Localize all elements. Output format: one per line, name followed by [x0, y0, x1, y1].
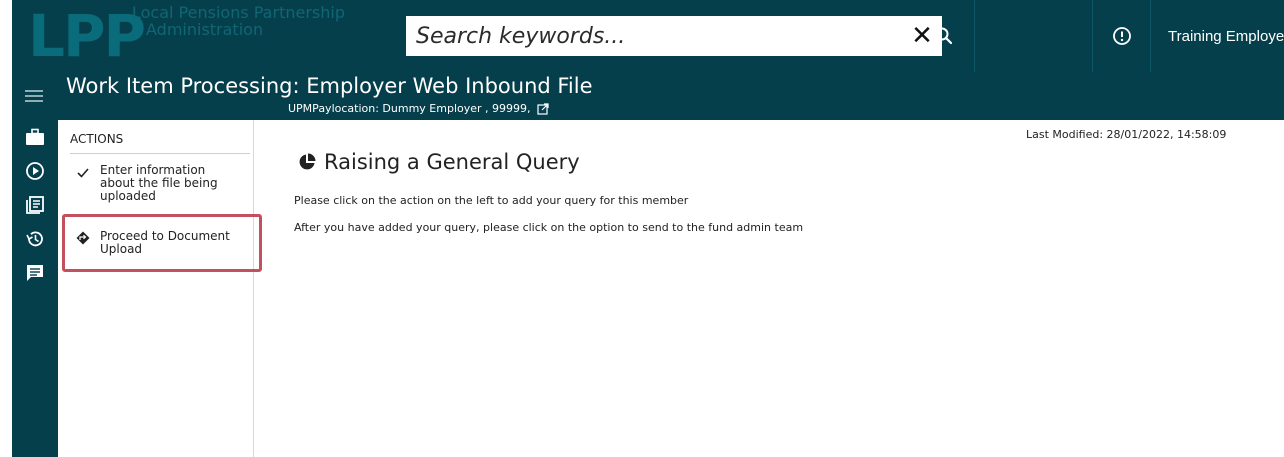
play-circle-icon — [26, 162, 44, 180]
last-modified: Last Modified: 28/01/2022, 14:58:09 — [1026, 128, 1227, 141]
action-enter-file-info[interactable]: Enter information about the file being u… — [76, 164, 240, 203]
rail-item-briefcase[interactable] — [12, 120, 58, 154]
rail-item-play[interactable] — [12, 154, 58, 188]
logo-text: Local Pensions Partnership Administratio… — [132, 4, 345, 38]
user-menu[interactable]: Training Employer — [1168, 28, 1284, 45]
left-rail — [12, 120, 58, 457]
top-bar: LPP Local Pensions Partnership Administr… — [0, 0, 1284, 72]
section-heading: Raising a General Query — [298, 150, 580, 174]
alert-circle-icon — [1113, 27, 1131, 45]
search-input[interactable] — [406, 16, 902, 56]
search-icon — [935, 27, 953, 45]
logo-line-2: Administration — [146, 20, 264, 39]
rail-item-messages[interactable] — [12, 256, 58, 290]
left-margin — [0, 0, 12, 457]
page-title: Work Item Processing: Employer Web Inbou… — [66, 74, 593, 98]
logo-line-1: Local Pensions Partnership — [132, 3, 345, 22]
main-content: Last Modified: 28/01/2022, 14:58:09 Rais… — [254, 120, 1284, 457]
search-button[interactable] — [914, 16, 974, 56]
logo-mark: LPP — [28, 2, 146, 70]
check-icon — [77, 168, 89, 178]
notifications-button[interactable] — [1100, 16, 1144, 56]
search-box: ✕ — [406, 16, 942, 56]
document-list-icon — [26, 196, 44, 214]
highlight-box — [62, 214, 262, 272]
external-link-icon[interactable] — [536, 102, 549, 115]
actions-heading: ACTIONS — [70, 132, 124, 146]
rail-item-documents[interactable] — [12, 188, 58, 222]
message-icon — [27, 265, 43, 281]
action-label: Enter information about the file being u… — [100, 163, 218, 203]
paylocation-text: UPMPaylocation: Dummy Employer , 99999, — [288, 102, 531, 115]
heading-text: Raising a General Query — [324, 150, 580, 174]
instruction-text: After you have added your query, please … — [294, 221, 804, 234]
actions-panel: ACTIONS Enter information about the file… — [58, 120, 254, 457]
divider — [1092, 0, 1093, 72]
lpp-logo[interactable]: LPP — [28, 2, 146, 70]
history-icon — [26, 231, 43, 247]
rail-item-history[interactable] — [12, 222, 58, 256]
divider — [974, 0, 975, 72]
pie-chart-icon — [299, 153, 316, 170]
page-subtitle: UPMPaylocation: Dummy Employer , 99999, — [288, 102, 549, 115]
divider — [1150, 0, 1151, 72]
briefcase-icon — [26, 128, 44, 145]
title-bar: Work Item Processing: Employer Web Inbou… — [12, 72, 1284, 120]
instruction-text: Please click on the action on the left t… — [294, 194, 689, 207]
hamburger-menu-button[interactable] — [22, 84, 46, 108]
divider — [70, 153, 250, 154]
hamburger-icon — [25, 90, 43, 102]
